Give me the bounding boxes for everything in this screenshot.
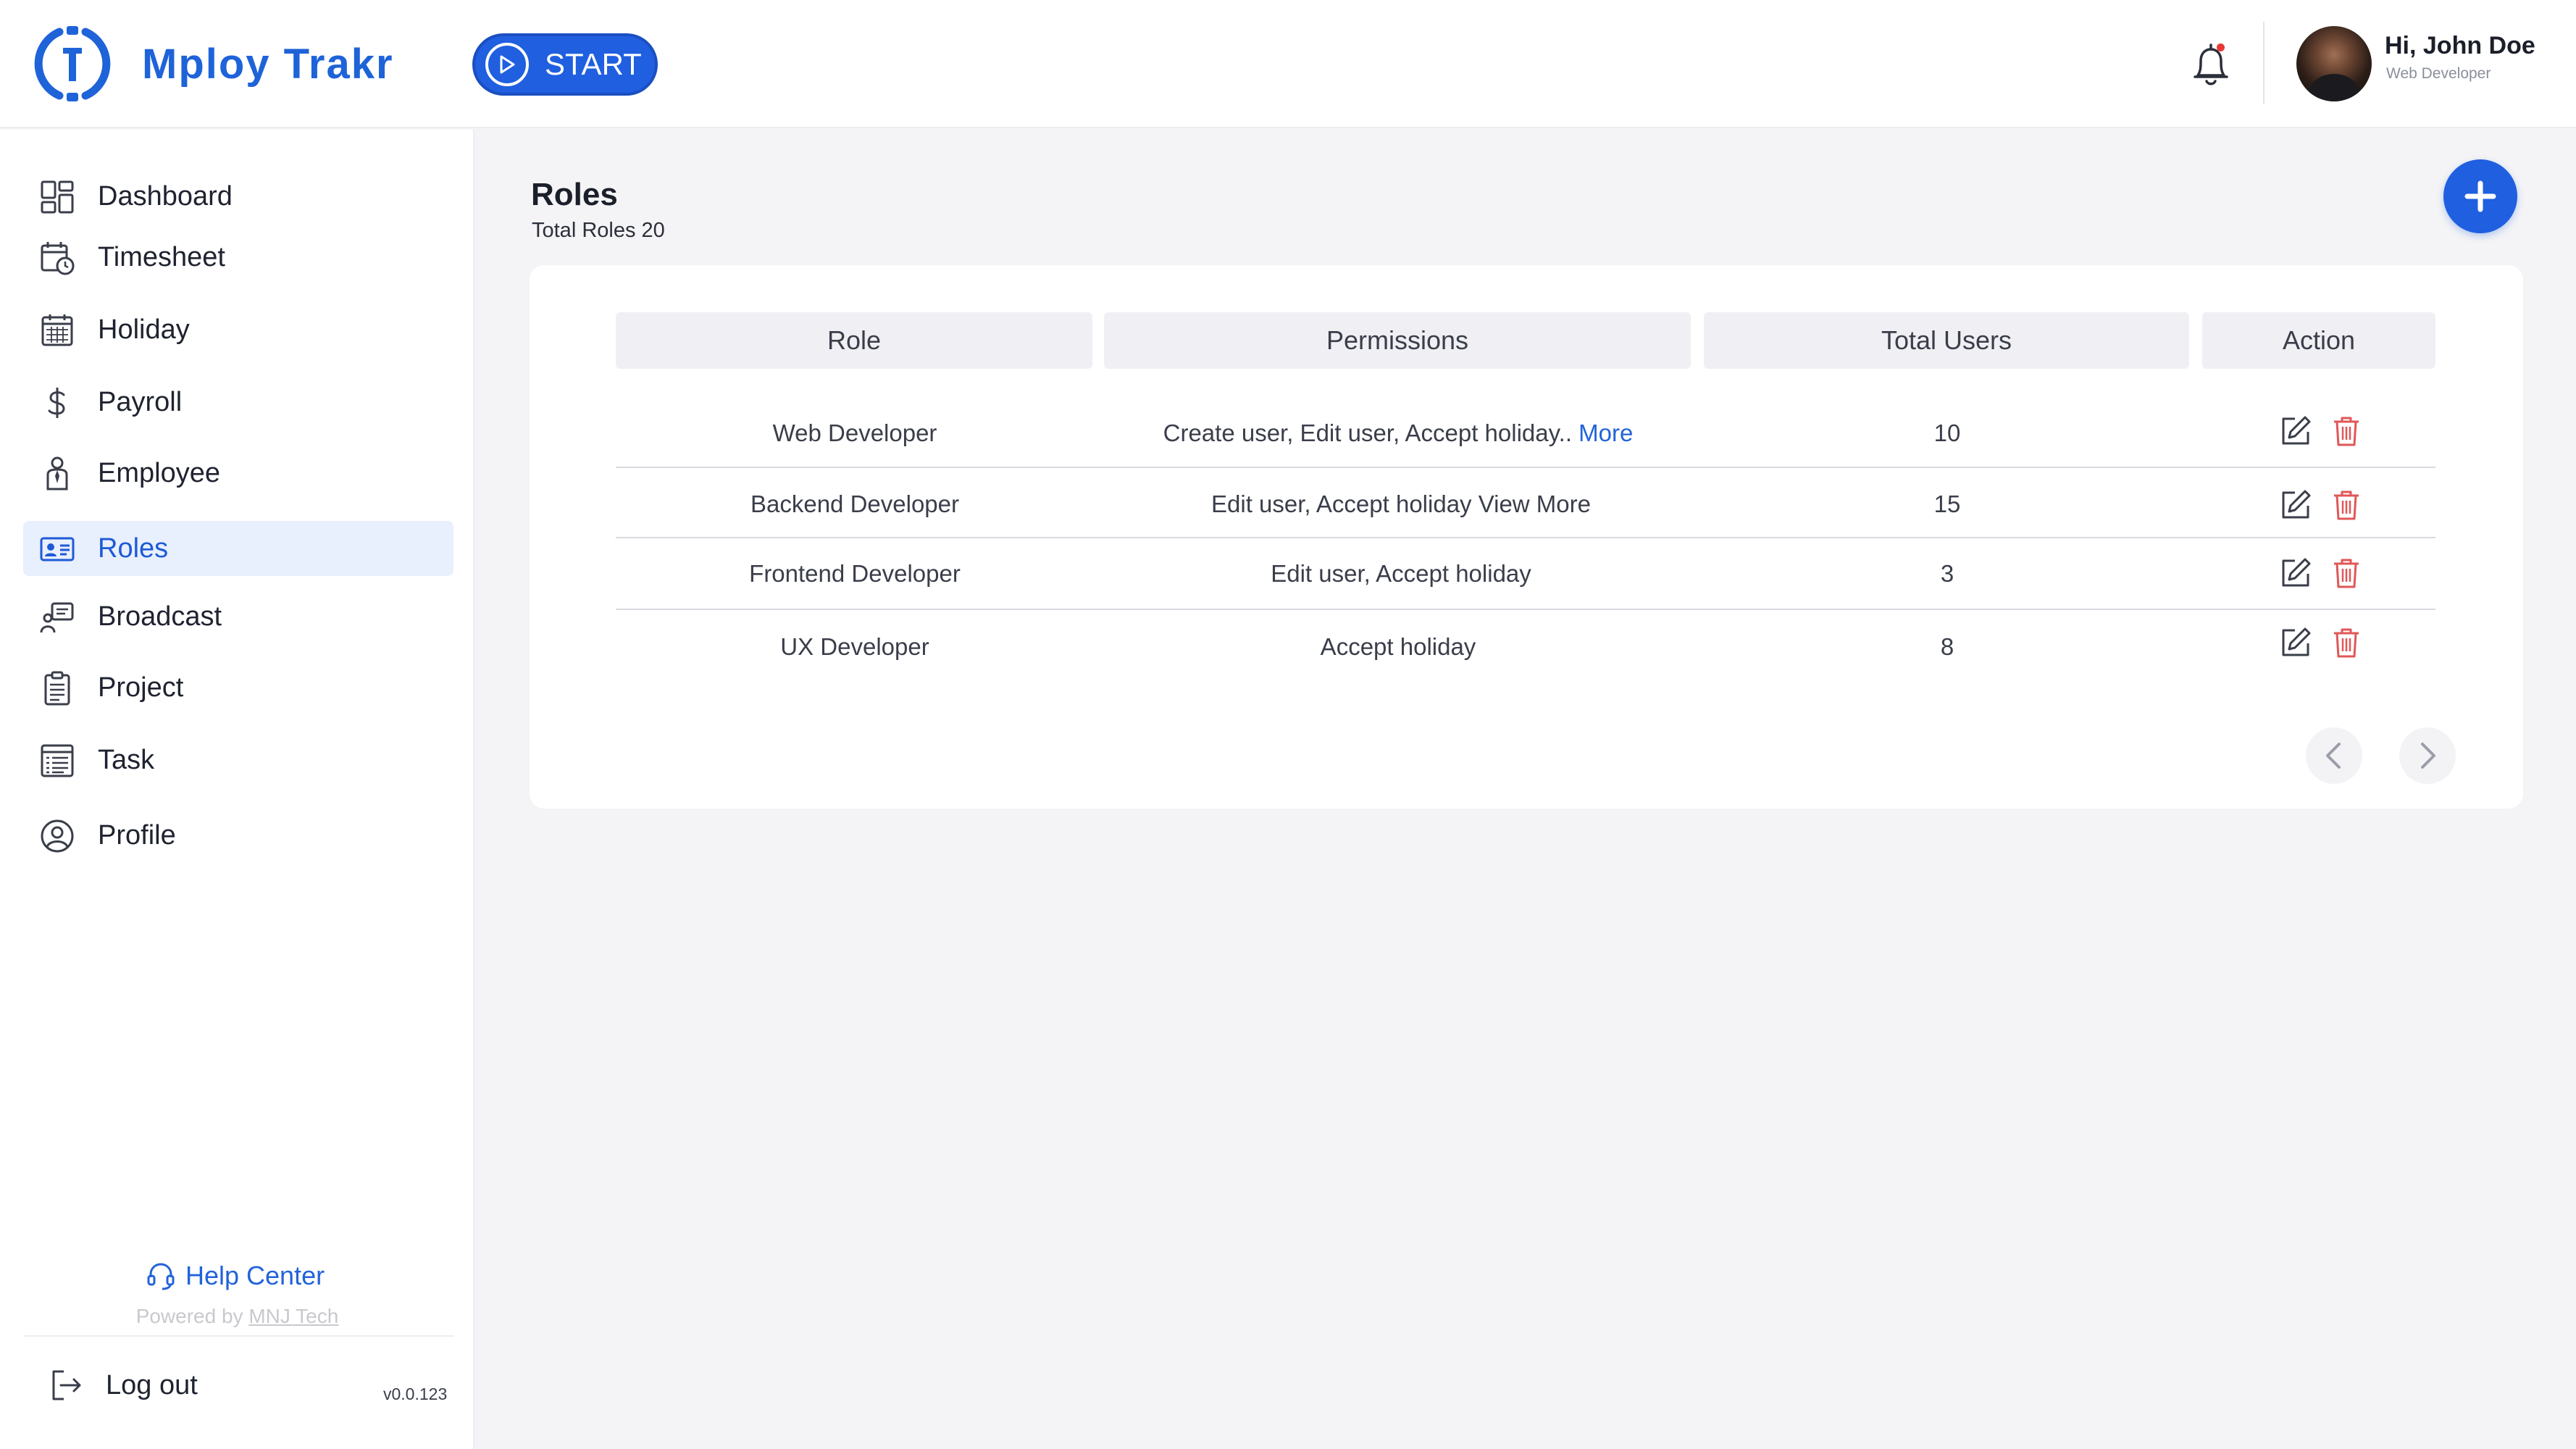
- sidebar-item-timesheet[interactable]: Timesheet: [23, 230, 453, 285]
- header-divider: [2263, 22, 2265, 104]
- sidebar-item-label: Profile: [98, 819, 176, 851]
- row-divider: [616, 609, 2435, 610]
- sidebar-item-label: Roles: [98, 533, 169, 564]
- delete-icon[interactable]: [2330, 556, 2363, 590]
- users-cell: 15: [1933, 490, 1961, 517]
- page-subtitle: Total Roles 20: [532, 219, 665, 242]
- calendar-icon: [41, 314, 73, 346]
- edit-icon[interactable]: [2279, 488, 2312, 522]
- notification-bell-icon[interactable]: [2189, 42, 2233, 90]
- avatar[interactable]: [2296, 26, 2372, 101]
- start-label: START: [545, 47, 642, 81]
- task-list-icon: [41, 744, 74, 777]
- sidebar-item-profile[interactable]: Profile: [23, 808, 453, 863]
- sidebar-item-label: Task: [98, 744, 155, 775]
- headset-icon: [147, 1263, 175, 1290]
- sidebar-item-label: Broadcast: [98, 601, 222, 632]
- sidebar-item-label: Project: [98, 672, 184, 703]
- sidebar-item-payroll[interactable]: Payroll: [23, 375, 453, 430]
- app-logo[interactable]: Mploy Trakr: [30, 22, 394, 106]
- role-cell: Frontend Developer: [749, 560, 961, 587]
- start-button[interactable]: START: [472, 33, 658, 96]
- sidebar-item-label: Holiday: [98, 314, 190, 345]
- timesheet-icon: [41, 242, 75, 275]
- sidebar-item-label: Timesheet: [98, 241, 225, 272]
- logout-icon: [52, 1370, 81, 1400]
- row-divider: [616, 467, 2435, 468]
- column-header-action: Action: [2202, 312, 2435, 369]
- next-page-button[interactable]: [2399, 727, 2456, 784]
- permissions-cell: Accept holiday: [1320, 633, 1476, 660]
- sidebar-item-label: Dashboard: [98, 180, 233, 212]
- more-link[interactable]: More: [1578, 419, 1633, 446]
- edit-icon[interactable]: [2279, 626, 2312, 659]
- user-greeting: Hi, John Doe: [2385, 32, 2535, 59]
- page-title: Roles: [531, 177, 618, 212]
- users-cell: 10: [1933, 419, 1961, 446]
- edit-icon[interactable]: [2279, 414, 2312, 448]
- notification-dot: [2217, 43, 2225, 51]
- permissions-cell: Create user, Edit user, Accept holiday..…: [1163, 419, 1634, 447]
- logo-icon: [34, 26, 111, 101]
- chevron-right-icon: [2421, 743, 2435, 769]
- play-icon: [485, 43, 529, 86]
- sidebar: Dashboard Timesheet Holiday Payroll Empl…: [0, 130, 474, 1449]
- permissions-cell: Edit user, Accept holiday View More: [1210, 490, 1592, 517]
- column-header-role[interactable]: Role: [616, 312, 1092, 369]
- edit-icon[interactable]: [2279, 556, 2312, 590]
- sidebar-divider: [23, 1335, 453, 1337]
- user-circle-icon: [41, 819, 74, 853]
- plus-icon: [2464, 180, 2496, 212]
- powered-prefix: Powered by: [135, 1305, 249, 1327]
- delete-icon[interactable]: [2330, 488, 2363, 522]
- help-center-link[interactable]: Help Center: [145, 1260, 325, 1292]
- role-cell: Web Developer: [772, 419, 937, 446]
- sidebar-item-project[interactable]: Project: [23, 660, 453, 715]
- row-divider: [616, 537, 2435, 538]
- add-role-button[interactable]: [2443, 159, 2517, 233]
- top-bar: Mploy Trakr START Hi, John Doe Web Devel…: [0, 0, 2576, 128]
- app-version: v0.0.123: [383, 1385, 448, 1403]
- sidebar-item-label: Payroll: [98, 386, 183, 417]
- delete-icon[interactable]: [2330, 414, 2363, 448]
- column-header-total-users[interactable]: Total Users: [1704, 312, 2189, 369]
- sidebar-item-holiday[interactable]: Holiday: [23, 302, 453, 357]
- role-cell: Backend Developer: [750, 490, 960, 517]
- column-header-permissions[interactable]: Permissions: [1104, 312, 1691, 369]
- chevron-left-icon: [2326, 743, 2341, 769]
- clipboard-icon: [44, 671, 70, 706]
- role-cell: UX Developer: [780, 633, 929, 660]
- permissions-text: Create user, Edit user, Accept holiday..: [1163, 419, 1573, 446]
- dollar-icon: [48, 388, 65, 418]
- help-center-label: Help Center: [185, 1261, 325, 1290]
- prev-page-button[interactable]: [2306, 727, 2362, 784]
- permissions-cell: Edit user, Accept holiday: [1271, 560, 1531, 587]
- delete-icon[interactable]: [2330, 626, 2363, 659]
- logout-label: Log out: [106, 1369, 198, 1400]
- sidebar-item-roles[interactable]: Roles: [23, 521, 453, 576]
- logout-button[interactable]: Log out: [48, 1367, 198, 1403]
- powered-link[interactable]: MNJ Tech: [248, 1305, 338, 1327]
- id-card-icon: [40, 537, 75, 561]
- sidebar-item-label: Employee: [98, 457, 220, 488]
- dashboard-icon: [41, 180, 74, 214]
- users-cell: 3: [1940, 560, 1954, 587]
- user-role: Web Developer: [2386, 65, 2491, 82]
- users-cell: 8: [1940, 633, 1954, 660]
- employee-icon: [46, 456, 68, 490]
- broadcast-icon: [40, 602, 74, 633]
- sidebar-item-dashboard[interactable]: Dashboard: [23, 169, 453, 224]
- powered-by: Powered by MNJ Tech: [0, 1305, 474, 1328]
- logo-text: Mploy Trakr: [142, 40, 394, 88]
- sidebar-item-employee[interactable]: Employee: [23, 446, 453, 501]
- sidebar-item-broadcast[interactable]: Broadcast: [23, 589, 453, 644]
- sidebar-item-task[interactable]: Task: [23, 732, 453, 788]
